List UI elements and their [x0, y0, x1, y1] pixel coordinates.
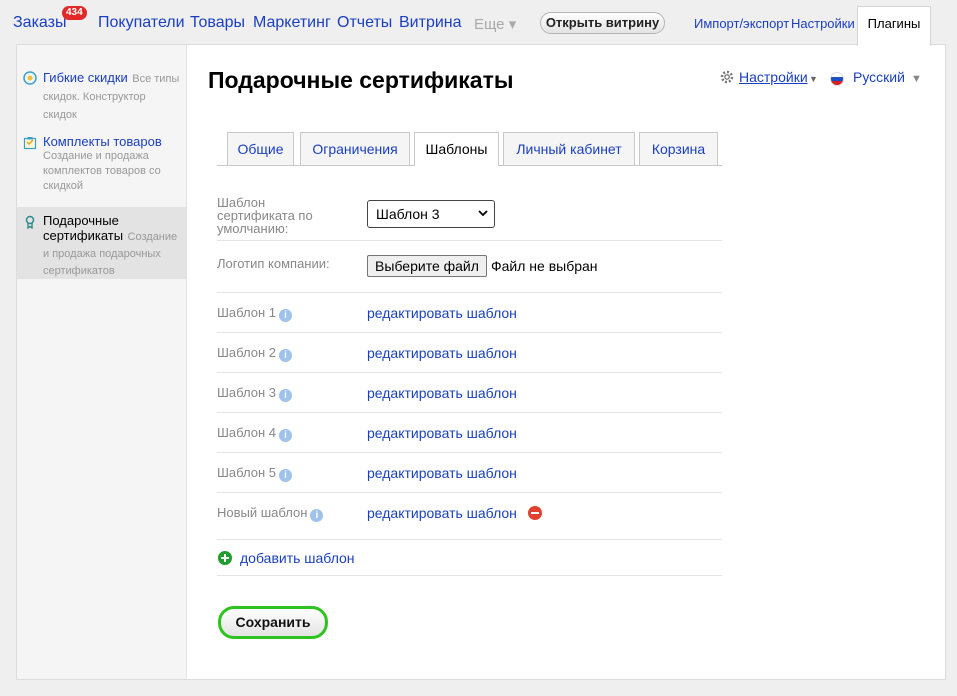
tab-templates[interactable]: Шаблоны	[414, 132, 499, 166]
logo-label: Логотип компании:	[217, 256, 330, 271]
settings-tabs: Общие Ограничения Шаблоны Личный кабинет…	[217, 132, 722, 166]
tab-restrictions[interactable]: Ограничения	[300, 132, 410, 165]
save-button[interactable]: Сохранить	[218, 606, 328, 639]
nav-storefront[interactable]: Витрина	[399, 14, 462, 32]
edit-template-link[interactable]: редактировать шаблон	[367, 465, 517, 481]
orders-count-badge: 434	[62, 6, 87, 20]
new-template-row: Новый шаблон i редактировать шаблон	[217, 493, 722, 540]
info-icon[interactable]: i	[279, 309, 292, 322]
edit-template-link[interactable]: редактировать шаблон	[367, 505, 517, 521]
remove-template-icon[interactable]	[528, 506, 542, 520]
content-area: Подарочные сертификаты Настройки ▼ Русск…	[17, 45, 947, 681]
top-navigation: Заказы 434 Покупатели Товары Маркетинг О…	[0, 0, 957, 46]
edit-template-link[interactable]: редактировать шаблон	[367, 385, 517, 401]
nav-more-dropdown[interactable]: Еще ▾	[474, 15, 516, 33]
template-label: Шаблон 4	[217, 425, 276, 440]
plugin-settings-link[interactable]: Настройки	[739, 69, 808, 85]
logo-row: Логотип компании: Выберите файл Файл не …	[217, 241, 722, 293]
tab-plugins[interactable]: Плагины	[857, 6, 931, 46]
open-store-button[interactable]: Открыть витрину	[540, 12, 665, 34]
template-row: Шаблон 4i редактировать шаблон	[217, 413, 722, 453]
tab-personal-account[interactable]: Личный кабинет	[503, 132, 635, 165]
tab-cart[interactable]: Корзина	[639, 132, 718, 165]
chevron-down-icon	[478, 210, 488, 217]
russian-flag-icon	[830, 72, 844, 86]
info-icon[interactable]: i	[279, 429, 292, 442]
info-icon[interactable]: i	[279, 389, 292, 402]
nav-orders[interactable]: Заказы	[13, 14, 66, 32]
nav-import-export[interactable]: Импорт/экспорт	[694, 16, 789, 31]
template-label: Шаблон 5	[217, 465, 276, 480]
template-label: Новый шаблон	[217, 505, 308, 520]
edit-template-link[interactable]: редактировать шаблон	[367, 305, 517, 321]
default-template-select[interactable]: Шаблон 3	[367, 200, 495, 228]
info-icon[interactable]: i	[279, 349, 292, 362]
file-status: Файл не выбран	[491, 258, 598, 274]
nav-marketing[interactable]: Маркетинг	[253, 14, 331, 32]
caret-down-icon: ▼	[911, 73, 922, 85]
tab-general[interactable]: Общие	[227, 132, 294, 165]
caret-down-icon: ▼	[809, 74, 818, 84]
template-row: Шаблон 2i редактировать шаблон	[217, 333, 722, 373]
info-icon[interactable]: i	[279, 469, 292, 482]
default-template-label: Шаблон сертификата по умолчанию:	[217, 195, 313, 236]
default-template-row: Шаблон сертификата по умолчанию: Шаблон …	[217, 192, 722, 241]
template-row: Шаблон 3i редактировать шаблон	[217, 373, 722, 413]
nav-products[interactable]: Товары	[190, 14, 245, 32]
add-template-row: добавить шаблон	[217, 540, 722, 576]
language-selector[interactable]: Русский	[853, 69, 905, 85]
template-label: Шаблон 1	[217, 305, 276, 320]
add-icon[interactable]	[218, 551, 232, 565]
page-title: Подарочные сертификаты	[208, 67, 514, 93]
nav-customers[interactable]: Покупатели	[98, 14, 185, 32]
edit-template-link[interactable]: редактировать шаблон	[367, 425, 517, 441]
gear-icon[interactable]	[720, 70, 734, 84]
choose-file-button[interactable]: Выберите файл	[367, 255, 487, 277]
template-row: Шаблон 5i редактировать шаблон	[217, 453, 722, 493]
main-panel: Гибкие скидки Все типы скидок. Конструкт…	[16, 44, 946, 680]
nav-reports[interactable]: Отчеты	[337, 14, 392, 32]
default-template-value: Шаблон 3	[376, 206, 440, 222]
template-label: Шаблон 2	[217, 345, 276, 360]
edit-template-link[interactable]: редактировать шаблон	[367, 345, 517, 361]
nav-settings[interactable]: Настройки	[791, 16, 855, 31]
add-template-link[interactable]: добавить шаблон	[240, 550, 355, 566]
info-icon[interactable]: i	[310, 509, 324, 522]
template-label: Шаблон 3	[217, 385, 276, 400]
template-row: Шаблон 1i редактировать шаблон	[217, 293, 722, 333]
